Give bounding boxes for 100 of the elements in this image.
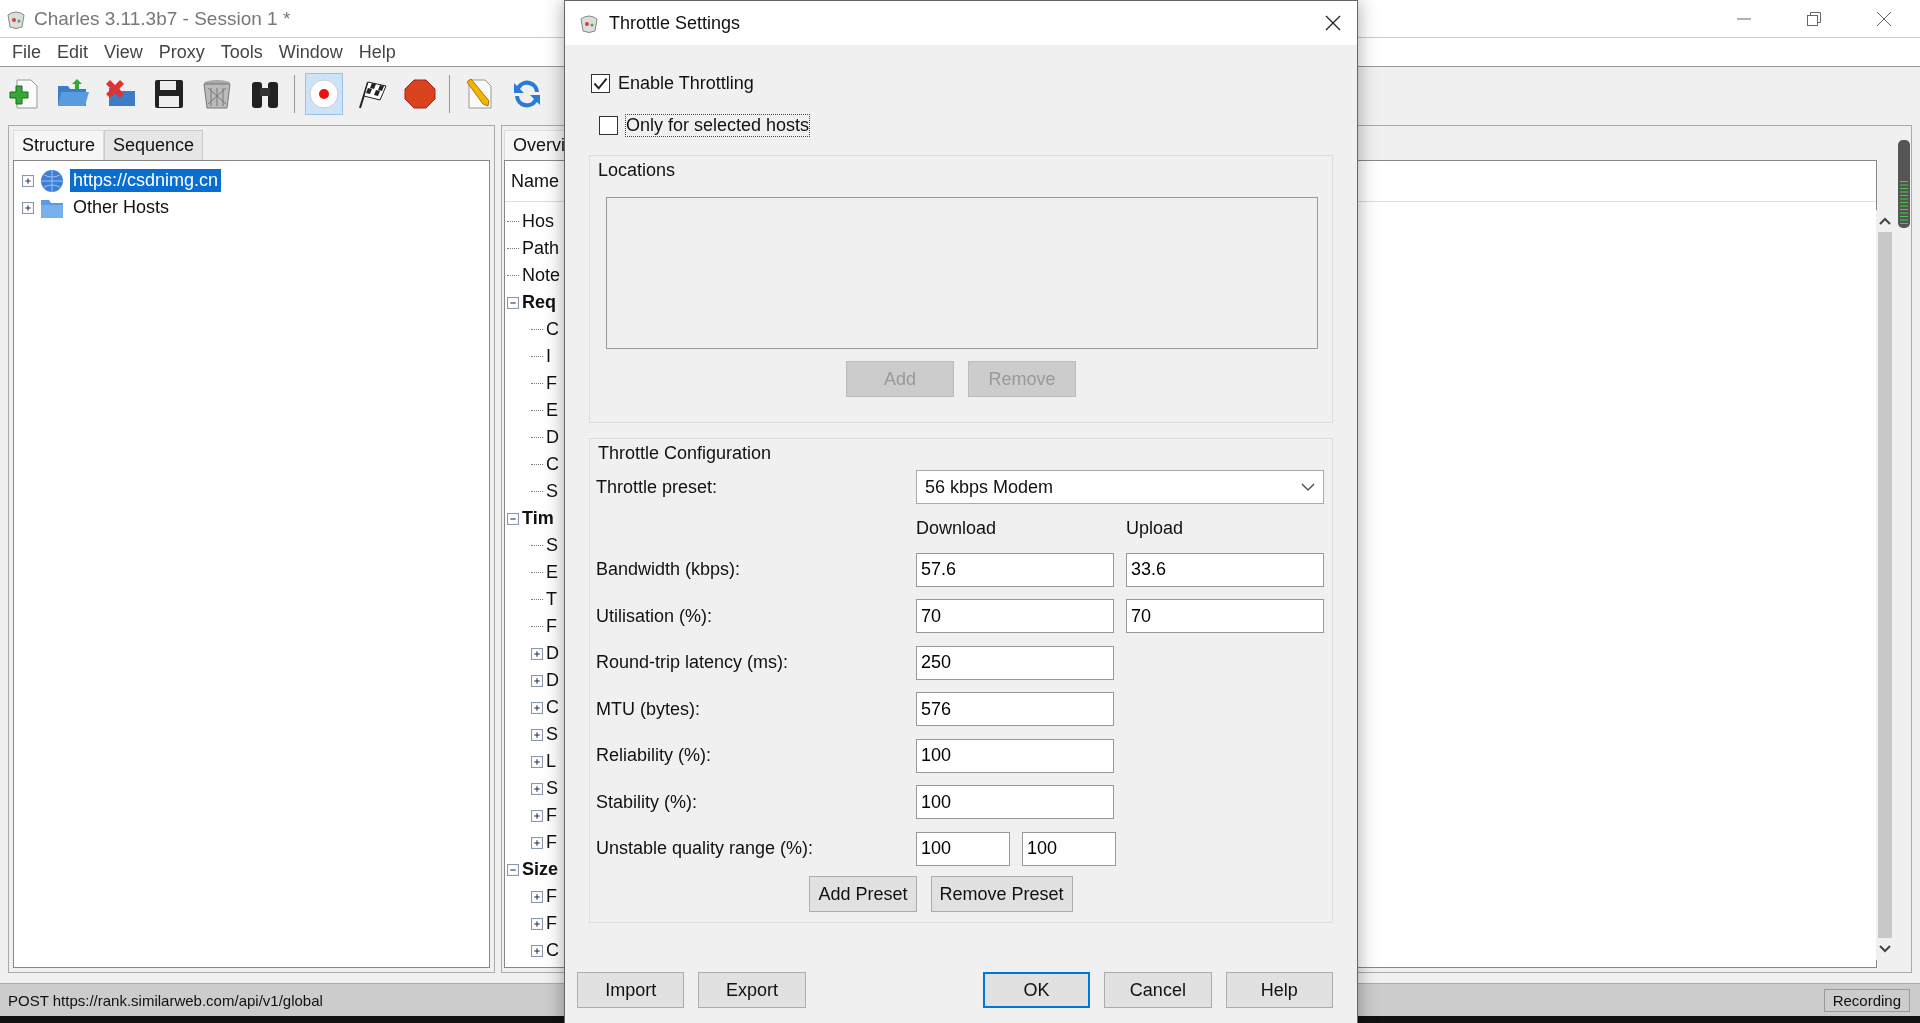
record-icon[interactable] <box>305 73 343 115</box>
expand-icon[interactable] <box>22 174 34 187</box>
tree-item[interactable]: F <box>546 913 557 934</box>
button[interactable]: Import <box>577 972 685 1008</box>
tree-item[interactable]: I <box>546 346 551 367</box>
dialog-title: Throttle Settings <box>609 12 741 34</box>
expand-icon[interactable] <box>531 755 543 768</box>
expand-icon[interactable] <box>531 917 543 930</box>
memory-meter-icon <box>1898 140 1910 228</box>
tree-item[interactable]: Tim <box>522 508 554 529</box>
input-field[interactable]: 57.6 <box>916 552 1114 587</box>
input-field[interactable]: 250 <box>916 645 1114 680</box>
button[interactable]: Remove Preset <box>930 876 1073 912</box>
input-field[interactable]: 100 <box>916 785 1114 820</box>
expand-icon[interactable] <box>531 809 543 822</box>
tree-item[interactable]: E <box>546 562 558 583</box>
field-label: Bandwidth (kbps): <box>596 559 742 581</box>
input-field[interactable]: 576 <box>916 692 1114 727</box>
field-label: Reliability (%): <box>596 745 713 767</box>
restore-icon[interactable] <box>1806 10 1822 27</box>
expand-icon[interactable] <box>531 836 543 849</box>
group-title: Throttle Configuration <box>597 442 773 464</box>
collapse-icon[interactable] <box>507 863 519 876</box>
tree-item[interactable]: Path <box>522 238 560 259</box>
column-header: Upload <box>1126 518 1185 539</box>
tree-item[interactable]: E <box>546 400 558 421</box>
field-label: Unstable quality range (%): <box>596 838 815 860</box>
expand-icon[interactable] <box>531 782 543 795</box>
tree-item[interactable]: S <box>546 535 558 556</box>
tree-item[interactable]: Note <box>522 265 561 286</box>
collapse-icon[interactable] <box>507 512 519 525</box>
collapse-icon[interactable] <box>507 296 519 309</box>
checkbox-label[interactable]: Enable Throttling <box>618 72 754 94</box>
tree-item[interactable]: Hos <box>522 211 554 232</box>
menu-item[interactable]: File <box>12 41 41 63</box>
field-label: Utilisation (%): <box>596 605 714 627</box>
window-title: Charles 3.11.3b7 - Session 1 * <box>34 7 291 30</box>
column-header: Name <box>511 170 559 192</box>
checkbox[interactable] <box>599 115 618 135</box>
tree-item[interactable]: S <box>546 778 558 799</box>
input-field[interactable]: 100 <box>916 831 1010 866</box>
tree-item[interactable]: F <box>546 832 557 853</box>
tree-item[interactable]: F <box>546 805 557 826</box>
tree-item[interactable]: F <box>546 373 557 394</box>
tree-item[interactable]: C <box>546 697 559 718</box>
input-field[interactable]: 100 <box>1022 831 1116 866</box>
field-label: Stability (%): <box>596 791 699 813</box>
close-icon[interactable] <box>1325 15 1341 31</box>
tree-item[interactable]: D <box>546 427 559 448</box>
tree-item[interactable]: F <box>546 616 557 637</box>
field-label: MTU (bytes): <box>596 698 701 720</box>
expand-icon[interactable] <box>531 728 543 741</box>
tree-item[interactable]: T <box>546 589 557 610</box>
tree-item[interactable]: Req <box>522 292 556 313</box>
tree-item[interactable]: C <box>546 940 559 961</box>
menu-item[interactable]: Edit <box>57 41 89 63</box>
tree-item[interactable]: D <box>546 643 559 664</box>
input-field[interactable]: 70 <box>916 599 1114 634</box>
expand-icon[interactable] <box>531 647 543 660</box>
input-field[interactable]: 70 <box>1126 599 1324 634</box>
menu-item[interactable]: Tools <box>220 41 263 63</box>
button[interactable]: Export <box>698 972 806 1008</box>
menu-item[interactable]: Window <box>278 41 343 63</box>
tree-item[interactable]: Other Hosts <box>70 196 173 219</box>
tab[interactable]: Structure <box>13 130 105 160</box>
globe-icon <box>40 168 64 193</box>
expand-icon[interactable] <box>531 944 543 957</box>
tree-item[interactable]: C <box>546 319 559 340</box>
tab[interactable]: Sequence <box>104 130 204 160</box>
expand-icon[interactable] <box>531 701 543 714</box>
scroll-down-icon[interactable] <box>1879 944 1891 954</box>
menu-item[interactable]: View <box>104 41 143 63</box>
preset-dropdown[interactable]: 56 kbps Modem <box>916 470 1324 505</box>
expand-icon[interactable] <box>531 890 543 903</box>
button[interactable]: OK <box>982 972 1091 1008</box>
button[interactable]: Cancel <box>1104 972 1212 1008</box>
expand-icon[interactable] <box>22 201 34 214</box>
checkbox-label[interactable]: Only for selected hosts <box>626 114 810 136</box>
menu-item[interactable]: Help <box>358 41 396 63</box>
tree-item[interactable]: https://csdnimg.cn <box>70 169 222 192</box>
checkbox[interactable] <box>591 73 610 93</box>
group-title: Locations <box>597 159 677 181</box>
tree-item[interactable]: S <box>546 481 558 502</box>
tree-item[interactable]: Size <box>522 859 559 880</box>
menu-item[interactable]: Proxy <box>158 41 205 63</box>
tree-item[interactable]: C <box>546 454 559 475</box>
button[interactable]: Help <box>1225 972 1333 1008</box>
input-field[interactable]: 100 <box>916 738 1114 773</box>
button[interactable]: Add Preset <box>809 876 917 912</box>
tree-item[interactable]: S <box>546 724 558 745</box>
status-text: POST https://rank.similarweb.com/api/v1/global <box>8 991 323 1009</box>
tree-item[interactable]: D <box>546 670 559 691</box>
tree-item[interactable]: F <box>546 886 557 907</box>
chevron-down-icon <box>1301 482 1315 492</box>
field-label: Round-trip latency (ms): <box>596 652 790 674</box>
input-field[interactable]: 33.6 <box>1126 552 1324 587</box>
expand-icon[interactable] <box>531 674 543 687</box>
column-header: Download <box>916 518 998 539</box>
scroll-up-icon[interactable] <box>1879 216 1891 226</box>
tree-item[interactable]: L <box>546 751 556 772</box>
